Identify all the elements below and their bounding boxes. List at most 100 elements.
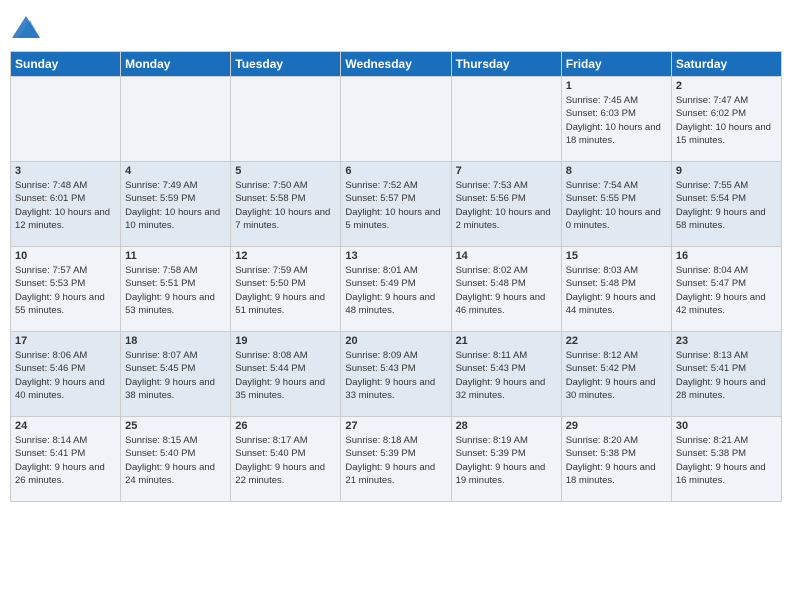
calendar-cell bbox=[341, 77, 451, 162]
day-content: Sunrise: 7:55 AM Sunset: 5:54 PM Dayligh… bbox=[676, 179, 777, 232]
calendar-cell bbox=[451, 77, 561, 162]
calendar-week-row: 1Sunrise: 7:45 AM Sunset: 6:03 PM Daylig… bbox=[11, 77, 782, 162]
calendar-header-row: SundayMondayTuesdayWednesdayThursdayFrid… bbox=[11, 52, 782, 77]
day-number: 16 bbox=[676, 250, 777, 262]
day-content: Sunrise: 8:14 AM Sunset: 5:41 PM Dayligh… bbox=[15, 434, 116, 487]
calendar-week-row: 3Sunrise: 7:48 AM Sunset: 6:01 PM Daylig… bbox=[11, 162, 782, 247]
day-content: Sunrise: 8:07 AM Sunset: 5:45 PM Dayligh… bbox=[125, 349, 226, 402]
day-number: 2 bbox=[676, 80, 777, 92]
day-content: Sunrise: 7:45 AM Sunset: 6:03 PM Dayligh… bbox=[566, 94, 667, 147]
day-content: Sunrise: 7:57 AM Sunset: 5:53 PM Dayligh… bbox=[15, 264, 116, 317]
day-number: 27 bbox=[345, 420, 446, 432]
calendar-cell: 11 Sunrise: 7:58 AM Sunset: 5:51 PM Dayli… bbox=[121, 247, 231, 332]
calendar-cell: 26Sunrise: 8:17 AM Sunset: 5:40 PM Dayli… bbox=[231, 417, 341, 502]
day-content: Sunrise: 8:15 AM Sunset: 5:40 PM Dayligh… bbox=[125, 434, 226, 487]
calendar-cell: 15 Sunrise: 8:03 AM Sunset: 5:48 PM Dayli… bbox=[561, 247, 671, 332]
calendar-cell: 10 Sunrise: 7:57 AM Sunset: 5:53 PM Dayli… bbox=[11, 247, 121, 332]
header bbox=[10, 10, 782, 43]
day-content: Sunrise: 8:13 AM Sunset: 5:41 PM Dayligh… bbox=[676, 349, 777, 402]
day-number: 28 bbox=[456, 420, 557, 432]
calendar-week-row: 10 Sunrise: 7:57 AM Sunset: 5:53 PM Dayli… bbox=[11, 247, 782, 332]
day-number: 14 bbox=[456, 250, 557, 262]
weekday-header: Saturday bbox=[671, 52, 781, 77]
day-number: 19 bbox=[235, 335, 336, 347]
calendar-cell: 30 Sunrise: 8:21 AM Sunset: 5:38 PM Dayli… bbox=[671, 417, 781, 502]
day-content: Sunrise: 7:53 AM Sunset: 5:56 PM Dayligh… bbox=[456, 179, 557, 232]
calendar-cell: 5Sunrise: 7:50 AM Sunset: 5:58 PM Daylig… bbox=[231, 162, 341, 247]
day-number: 11 bbox=[125, 250, 226, 262]
calendar-cell: 29 Sunrise: 8:20 AM Sunset: 5:38 PM Dayli… bbox=[561, 417, 671, 502]
day-number: 18 bbox=[125, 335, 226, 347]
day-number: 12 bbox=[235, 250, 336, 262]
day-content: Sunrise: 8:18 AM Sunset: 5:39 PM Dayligh… bbox=[345, 434, 446, 487]
calendar-week-row: 17Sunrise: 8:06 AM Sunset: 5:46 PM Dayli… bbox=[11, 332, 782, 417]
calendar-cell: 21 Sunrise: 8:11 AM Sunset: 5:43 PM Dayli… bbox=[451, 332, 561, 417]
calendar-cell: 17Sunrise: 8:06 AM Sunset: 5:46 PM Dayli… bbox=[11, 332, 121, 417]
day-number: 3 bbox=[15, 165, 116, 177]
calendar-cell: 13 Sunrise: 8:01 AM Sunset: 5:49 PM Dayli… bbox=[341, 247, 451, 332]
calendar-table: SundayMondayTuesdayWednesdayThursdayFrid… bbox=[10, 51, 782, 502]
calendar-cell: 25 Sunrise: 8:15 AM Sunset: 5:40 PM Dayli… bbox=[121, 417, 231, 502]
calendar-cell: 18 Sunrise: 8:07 AM Sunset: 5:45 PM Dayli… bbox=[121, 332, 231, 417]
weekday-header: Wednesday bbox=[341, 52, 451, 77]
logo-icon bbox=[12, 16, 40, 38]
calendar-cell bbox=[121, 77, 231, 162]
day-content: Sunrise: 8:20 AM Sunset: 5:38 PM Dayligh… bbox=[566, 434, 667, 487]
day-number: 13 bbox=[345, 250, 446, 262]
day-content: Sunrise: 8:03 AM Sunset: 5:48 PM Dayligh… bbox=[566, 264, 667, 317]
day-number: 10 bbox=[15, 250, 116, 262]
day-content: Sunrise: 8:19 AM Sunset: 5:39 PM Dayligh… bbox=[456, 434, 557, 487]
calendar-cell: 12 Sunrise: 7:59 AM Sunset: 5:50 PM Dayli… bbox=[231, 247, 341, 332]
calendar-cell: 20 Sunrise: 8:09 AM Sunset: 5:43 PM Dayli… bbox=[341, 332, 451, 417]
day-number: 24 bbox=[15, 420, 116, 432]
day-content: Sunrise: 7:52 AM Sunset: 5:57 PM Dayligh… bbox=[345, 179, 446, 232]
day-number: 22 bbox=[566, 335, 667, 347]
weekday-header: Sunday bbox=[11, 52, 121, 77]
day-number: 4 bbox=[125, 165, 226, 177]
day-number: 6 bbox=[345, 165, 446, 177]
day-content: Sunrise: 8:04 AM Sunset: 5:47 PM Dayligh… bbox=[676, 264, 777, 317]
day-content: Sunrise: 8:11 AM Sunset: 5:43 PM Dayligh… bbox=[456, 349, 557, 402]
calendar-cell bbox=[11, 77, 121, 162]
day-number: 25 bbox=[125, 420, 226, 432]
day-content: Sunrise: 7:47 AM Sunset: 6:02 PM Dayligh… bbox=[676, 94, 777, 147]
day-number: 21 bbox=[456, 335, 557, 347]
calendar-cell: 3Sunrise: 7:48 AM Sunset: 6:01 PM Daylig… bbox=[11, 162, 121, 247]
day-number: 15 bbox=[566, 250, 667, 262]
day-content: Sunrise: 7:54 AM Sunset: 5:55 PM Dayligh… bbox=[566, 179, 667, 232]
calendar-cell: 14 Sunrise: 8:02 AM Sunset: 5:48 PM Dayli… bbox=[451, 247, 561, 332]
day-number: 9 bbox=[676, 165, 777, 177]
weekday-header: Friday bbox=[561, 52, 671, 77]
day-content: Sunrise: 7:59 AM Sunset: 5:50 PM Dayligh… bbox=[235, 264, 336, 317]
day-number: 8 bbox=[566, 165, 667, 177]
calendar-cell: 6 Sunrise: 7:52 AM Sunset: 5:57 PM Daylig… bbox=[341, 162, 451, 247]
day-number: 29 bbox=[566, 420, 667, 432]
day-content: Sunrise: 8:08 AM Sunset: 5:44 PM Dayligh… bbox=[235, 349, 336, 402]
calendar-cell: 19 Sunrise: 8:08 AM Sunset: 5:44 PM Dayli… bbox=[231, 332, 341, 417]
weekday-header: Tuesday bbox=[231, 52, 341, 77]
calendar-cell: 4Sunrise: 7:49 AM Sunset: 5:59 PM Daylig… bbox=[121, 162, 231, 247]
calendar-cell: 28 Sunrise: 8:19 AM Sunset: 5:39 PM Dayli… bbox=[451, 417, 561, 502]
calendar-cell: 7 Sunrise: 7:53 AM Sunset: 5:56 PM Daylig… bbox=[451, 162, 561, 247]
day-content: Sunrise: 8:21 AM Sunset: 5:38 PM Dayligh… bbox=[676, 434, 777, 487]
day-content: Sunrise: 8:12 AM Sunset: 5:42 PM Dayligh… bbox=[566, 349, 667, 402]
day-number: 20 bbox=[345, 335, 446, 347]
day-number: 26 bbox=[235, 420, 336, 432]
calendar-cell: 1Sunrise: 7:45 AM Sunset: 6:03 PM Daylig… bbox=[561, 77, 671, 162]
calendar-cell: 2 Sunrise: 7:47 AM Sunset: 6:02 PM Daylig… bbox=[671, 77, 781, 162]
day-number: 5 bbox=[235, 165, 336, 177]
weekday-header: Monday bbox=[121, 52, 231, 77]
calendar-cell bbox=[231, 77, 341, 162]
calendar-cell: 16 Sunrise: 8:04 AM Sunset: 5:47 PM Dayli… bbox=[671, 247, 781, 332]
day-number: 30 bbox=[676, 420, 777, 432]
logo bbox=[10, 16, 40, 43]
day-content: Sunrise: 8:09 AM Sunset: 5:43 PM Dayligh… bbox=[345, 349, 446, 402]
calendar-cell: 9 Sunrise: 7:55 AM Sunset: 5:54 PM Daylig… bbox=[671, 162, 781, 247]
day-number: 17 bbox=[15, 335, 116, 347]
day-number: 7 bbox=[456, 165, 557, 177]
day-content: Sunrise: 7:58 AM Sunset: 5:51 PM Dayligh… bbox=[125, 264, 226, 317]
day-content: Sunrise: 8:01 AM Sunset: 5:49 PM Dayligh… bbox=[345, 264, 446, 317]
day-content: Sunrise: 8:02 AM Sunset: 5:48 PM Dayligh… bbox=[456, 264, 557, 317]
calendar-cell: 22 Sunrise: 8:12 AM Sunset: 5:42 PM Dayli… bbox=[561, 332, 671, 417]
calendar-week-row: 24 Sunrise: 8:14 AM Sunset: 5:41 PM Dayli… bbox=[11, 417, 782, 502]
